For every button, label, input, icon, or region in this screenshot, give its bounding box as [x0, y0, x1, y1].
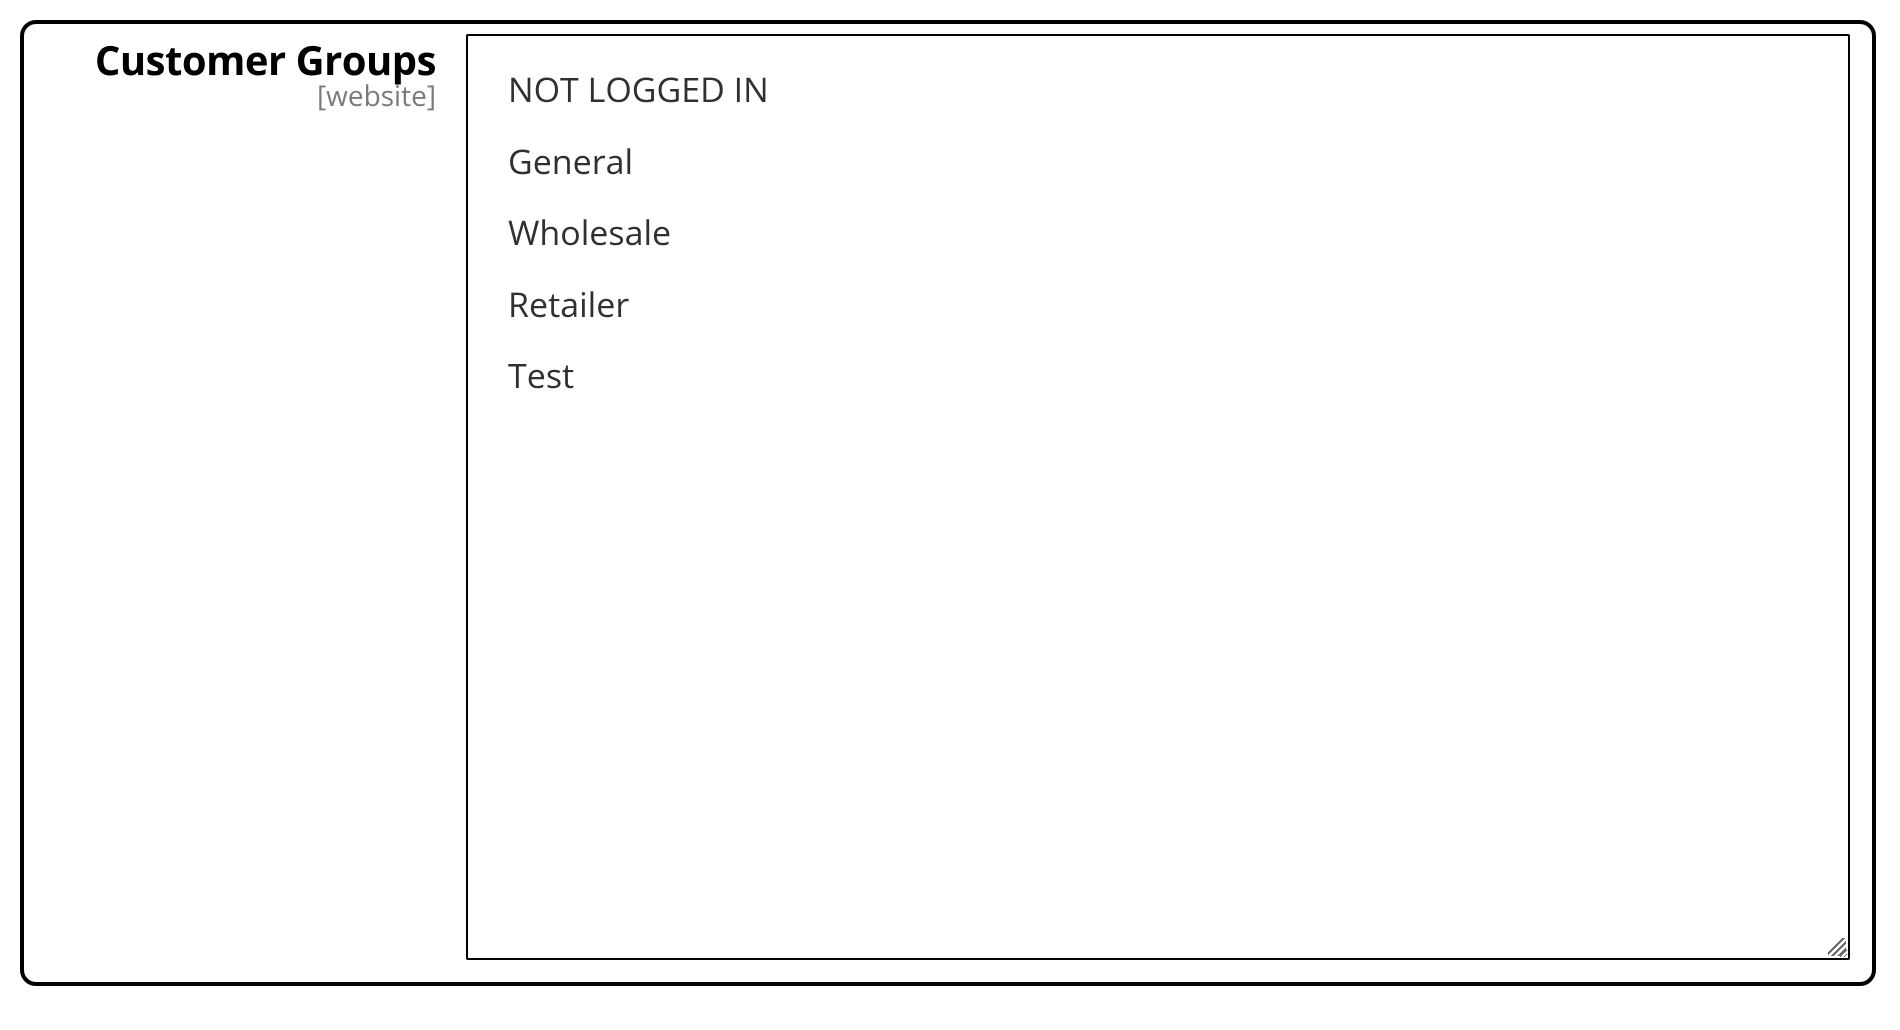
field-label: Customer Groups — [46, 38, 436, 82]
field-label-column: Customer Groups [website] — [46, 34, 466, 114]
multiselect-option[interactable]: Retailer — [468, 269, 1848, 341]
multiselect-option[interactable]: General — [468, 126, 1848, 198]
customer-groups-multiselect[interactable]: NOT LOGGED IN General Wholesale Retailer… — [466, 34, 1850, 960]
multiselect-option[interactable]: Test — [468, 340, 1848, 412]
field-control-column: NOT LOGGED IN General Wholesale Retailer… — [466, 34, 1850, 960]
customer-groups-field: Customer Groups [website] NOT LOGGED IN … — [20, 20, 1876, 986]
multiselect-option[interactable]: Wholesale — [468, 197, 1848, 269]
multiselect-option[interactable]: NOT LOGGED IN — [468, 54, 1848, 126]
